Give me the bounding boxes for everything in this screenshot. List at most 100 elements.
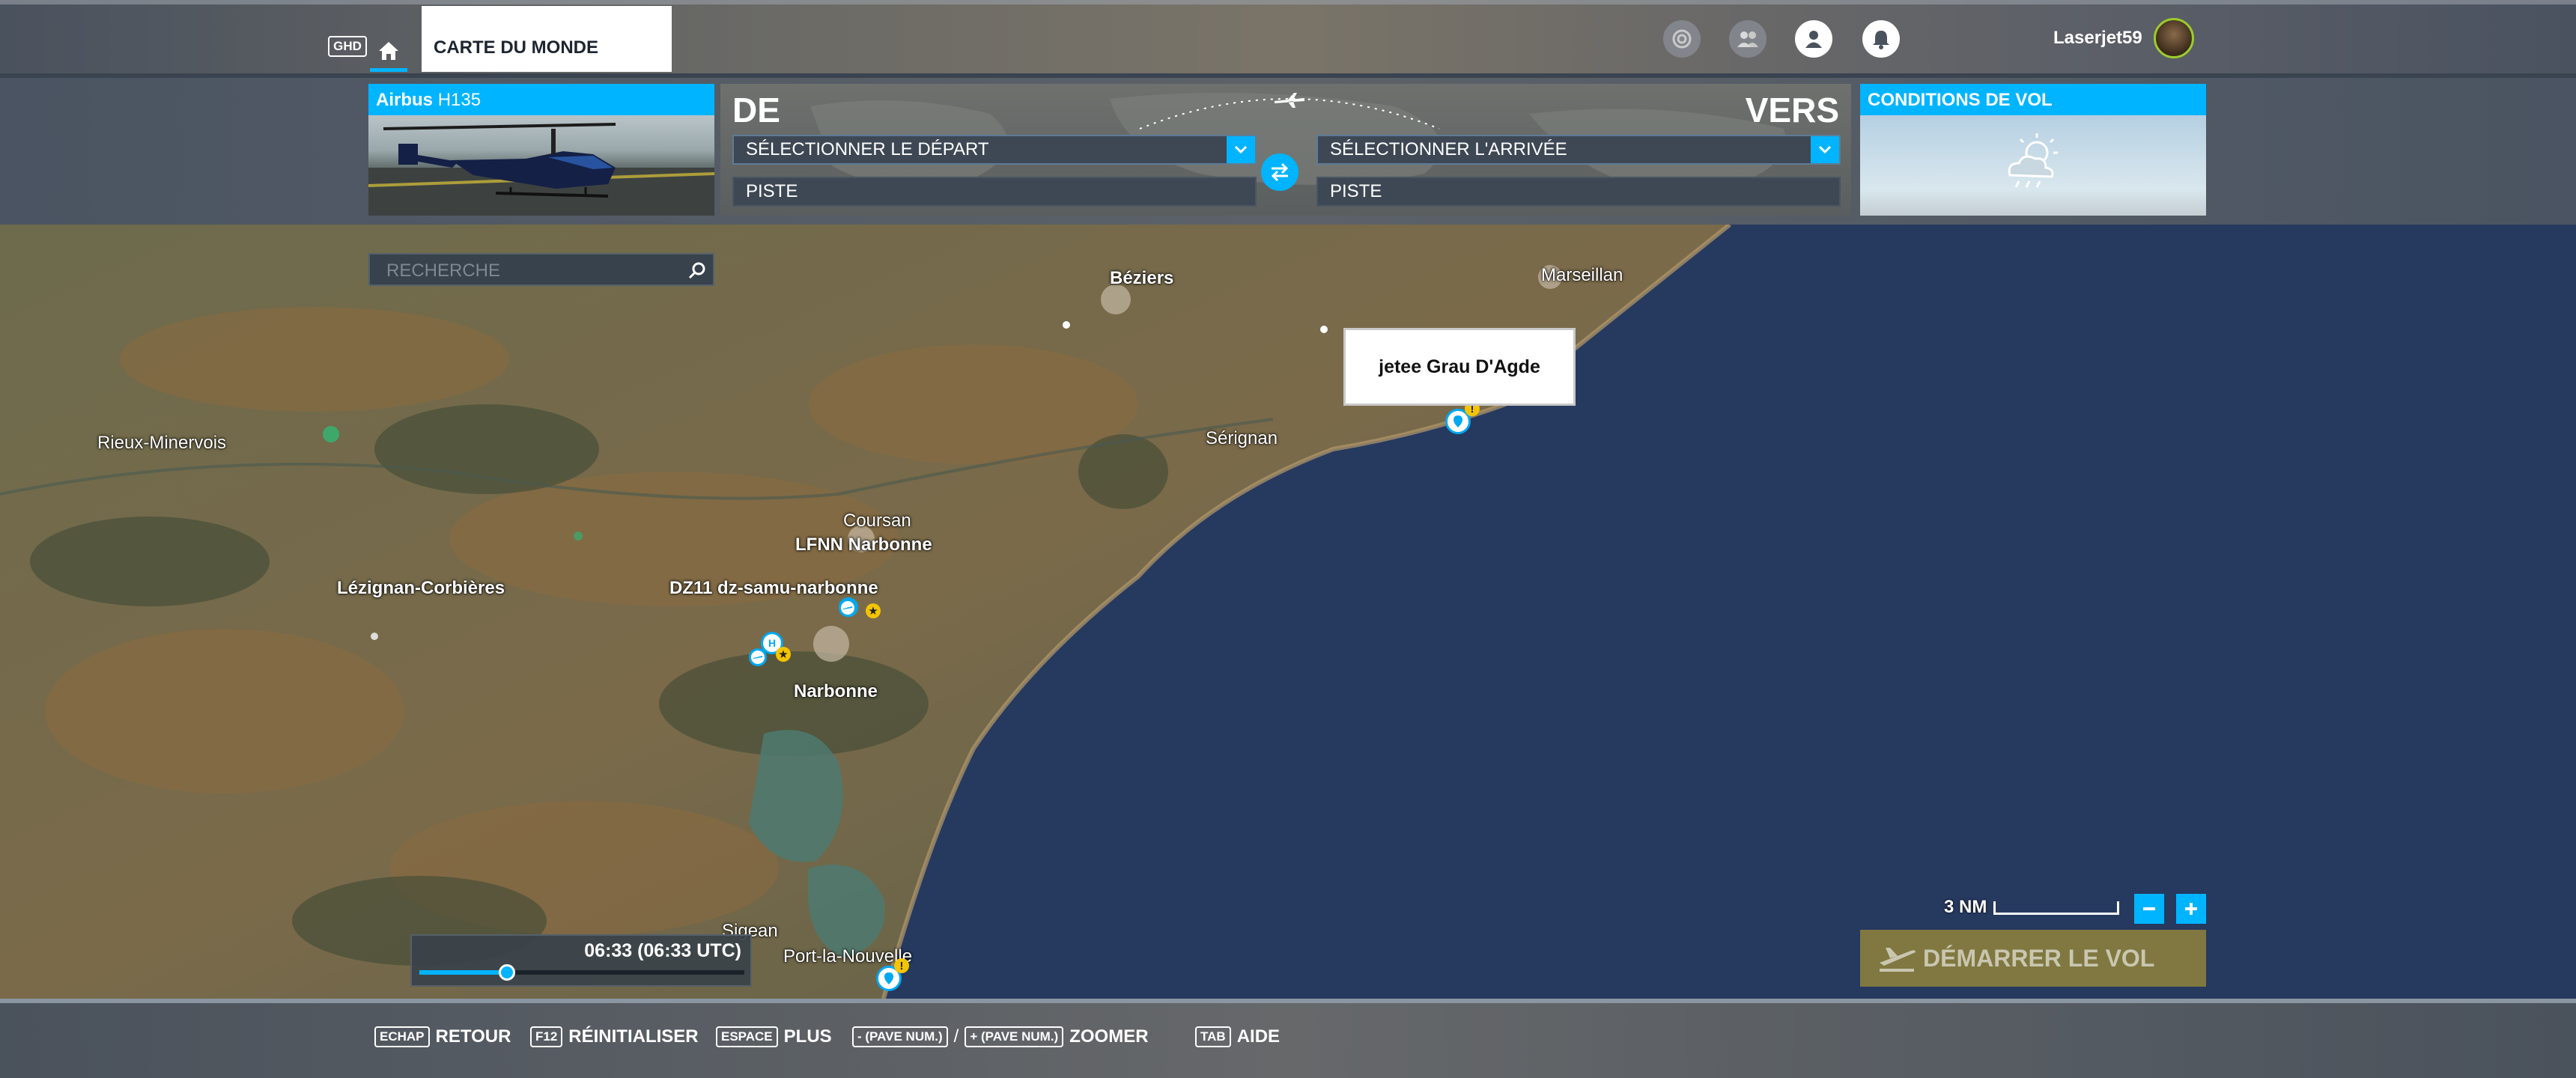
airport-marker[interactable] <box>749 648 767 666</box>
arrival-select[interactable]: SÉLECTIONNER L'ARRIVÉE <box>1316 135 1841 165</box>
map-label-coursan: Coursan <box>843 511 911 531</box>
plane-marker-icon <box>843 606 852 609</box>
more-hint[interactable]: ESPACE PLUS <box>716 1026 832 1047</box>
airport-label-lfnn[interactable]: LFNN Narbonne <box>795 535 932 555</box>
friends-icon <box>1737 31 1758 47</box>
aircraft-make: Airbus <box>376 90 434 110</box>
airplane-icon <box>1275 93 1304 108</box>
plus-icon <box>2185 903 2197 915</box>
ghd-key-hint: GHD <box>328 36 367 57</box>
back-label: RETOUR <box>435 1026 511 1047</box>
time-of-day-panel: 06:33 (06:33 UTC) <box>410 934 752 987</box>
poi-tooltip[interactable]: jetee Grau D'Agde <box>1343 328 1576 406</box>
star-marker-icon: ★ <box>776 647 791 662</box>
map-label-serignan: Sérignan <box>1206 428 1278 448</box>
chevron-down-icon <box>1234 145 1248 154</box>
zoom-separator: / <box>953 1026 959 1047</box>
arrival-runway-field[interactable]: PISTE <box>1316 177 1841 207</box>
activity-button[interactable] <box>1663 20 1701 58</box>
departure-dropdown-button[interactable] <box>1227 136 1255 163</box>
zoom-out-button[interactable] <box>2134 894 2164 924</box>
minus-icon <box>2143 907 2155 910</box>
helicopter-icon <box>368 123 714 216</box>
friends-button[interactable] <box>1729 20 1767 58</box>
reset-label: RÉINITIALISER <box>568 1026 699 1047</box>
zoom-out-key: - (PAVE NUM.) <box>852 1026 948 1047</box>
route-selector: DE VERS SÉLECTIONNER LE DÉPART SÉLECTION… <box>720 84 1851 216</box>
time-value: 06:33 (06:33 UTC) <box>584 940 741 961</box>
departure-select-value: SÉLECTIONNER LE DÉPART <box>746 139 989 159</box>
time-slider-fill <box>419 970 508 975</box>
from-label: DE <box>732 91 780 130</box>
bottom-hint-bar: ECHAP RETOUR F12 RÉINITIALISER ESPACE PL… <box>0 999 2576 1078</box>
top-line <box>0 0 2576 4</box>
avatar[interactable] <box>2154 18 2194 58</box>
home-icon <box>379 42 398 60</box>
arrival-select-value: SÉLECTIONNER L'ARRIVÉE <box>1330 139 1567 159</box>
help-label: AIDE <box>1236 1026 1281 1047</box>
world-map[interactable]: RECHERCHE Béziers Marseillan Sérignan Ri… <box>0 225 2576 999</box>
aircraft-selector[interactable]: Airbus H135 <box>368 84 714 216</box>
start-flight-button[interactable]: DÉMARRER LE VOL <box>1860 930 2206 987</box>
arrival-dropdown-button[interactable] <box>1811 136 1839 163</box>
profile-button[interactable] <box>1795 20 1832 58</box>
zoom-label: ZOOMER <box>1069 1026 1149 1047</box>
weather-conditions-card[interactable]: CONDITIONS DE VOL <box>1860 84 2206 216</box>
swap-route-button[interactable] <box>1261 153 1298 191</box>
username: Laserjet59 <box>2053 28 2142 48</box>
satellite-terrain <box>0 225 2576 999</box>
location-pin-icon <box>884 972 893 984</box>
departure-select[interactable]: SÉLECTIONNER LE DÉPART <box>732 135 1257 165</box>
map-label-beziers: Béziers <box>1110 268 1174 288</box>
tab-world-map[interactable]: CARTE DU MONDE <box>422 6 672 72</box>
chevron-down-icon <box>1818 145 1832 154</box>
user-icon <box>1805 31 1822 48</box>
bottom-divider <box>0 999 2576 1003</box>
warning-icon: ! <box>894 958 909 973</box>
more-key: ESPACE <box>716 1026 778 1047</box>
top-bar: GHD CARTE DU MONDE Laserjet59 <box>0 0 2576 73</box>
heliport-label-dz11[interactable]: DZ11 dz-samu-narbonne <box>669 578 878 599</box>
help-hint[interactable]: TAB AIDE <box>1195 1026 1280 1047</box>
star-marker-icon: ★ <box>866 603 881 618</box>
map-label-marseillan: Marseillan <box>1541 265 1623 285</box>
time-slider-handle[interactable] <box>499 964 516 981</box>
departure-runway-value: PISTE <box>746 181 798 201</box>
bell-icon <box>1873 31 1889 49</box>
zoom-in-button[interactable] <box>2176 894 2206 924</box>
notifications-button[interactable] <box>1862 20 1900 58</box>
back-hint[interactable]: ECHAP RETOUR <box>374 1026 511 1047</box>
aircraft-title: Airbus H135 <box>368 84 714 115</box>
to-label: VERS <box>1745 91 1839 130</box>
reset-key: F12 <box>530 1026 563 1047</box>
partly-cloudy-icon <box>2008 133 2058 188</box>
map-label-narbonne: Narbonne <box>794 681 878 701</box>
flight-planner-panel: Airbus H135 DE VERS SÉLECTIONNER LE DÉPA… <box>0 78 2576 302</box>
zoom-hint[interactable]: - (PAVE NUM.) / + (PAVE NUM.) ZOOMER <box>852 1026 1149 1047</box>
swap-icon <box>1271 162 1289 182</box>
arrival-runway-value: PISTE <box>1330 181 1382 201</box>
map-scale-label: 3 NM <box>1944 897 1987 917</box>
map-scale-bar <box>1993 901 2119 915</box>
reset-hint[interactable]: F12 RÉINITIALISER <box>530 1026 699 1047</box>
map-label-port-la-nouvelle: Port-la-Nouvelle <box>783 946 913 966</box>
search-icon[interactable] <box>687 261 707 280</box>
location-pin-icon <box>1453 415 1462 427</box>
search-placeholder: RECHERCHE <box>386 261 501 281</box>
heliport-icon: H <box>768 637 777 649</box>
takeoff-icon <box>1880 948 1916 972</box>
activity-icon <box>1672 29 1692 49</box>
aircraft-model: H135 <box>437 90 482 110</box>
plane-marker-icon <box>753 656 762 659</box>
map-label-lezignan: Lézignan-Corbières <box>337 578 505 598</box>
start-flight-label: DÉMARRER LE VOL <box>1923 944 2155 972</box>
more-label: PLUS <box>783 1026 832 1047</box>
search-field[interactable]: RECHERCHE <box>368 253 714 286</box>
aircraft-image <box>368 115 714 216</box>
airport-marker-secondary[interactable] <box>839 599 857 617</box>
departure-runway-field[interactable]: PISTE <box>732 177 1257 207</box>
active-tab-underline <box>370 68 407 72</box>
weather-title: CONDITIONS DE VOL <box>1860 84 2206 115</box>
back-key: ECHAP <box>374 1026 430 1047</box>
home-tab[interactable] <box>367 30 410 72</box>
